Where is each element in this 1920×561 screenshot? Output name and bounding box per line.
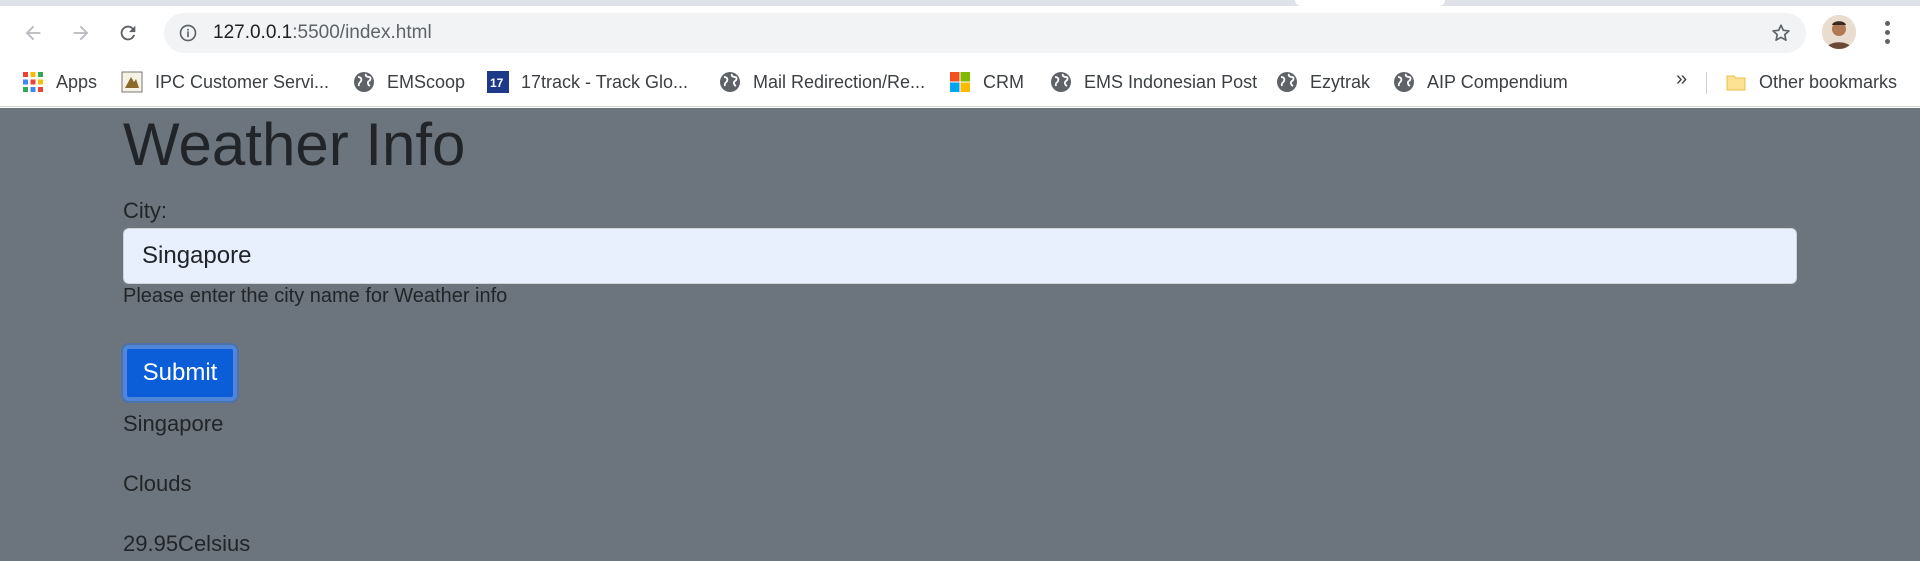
forward-button[interactable]	[64, 16, 98, 50]
bookmark-crm[interactable]: CRM	[949, 68, 1024, 96]
17track-logo-icon: 17	[487, 71, 509, 93]
tab-strip	[0, 0, 1920, 6]
bookmark-ems-indonesian-post[interactable]: EMS Indonesian Post	[1050, 68, 1257, 96]
result-temperature: 29.95Celsius	[123, 531, 251, 556]
ipc-logo-icon	[121, 71, 143, 93]
back-button[interactable]	[16, 16, 50, 50]
city-help-text: Please enter the city name for Weather i…	[123, 285, 508, 307]
address-bar[interactable]: 127.0.0.1:5500/index.html	[164, 13, 1806, 53]
active-tab[interactable]	[1295, 0, 1445, 6]
submit-button[interactable]: Submit	[123, 345, 237, 401]
menu-dot	[1884, 20, 1890, 26]
star-icon[interactable]	[1770, 22, 1792, 44]
bookmark-label: 17track - Track Glo...	[521, 71, 689, 92]
city-input[interactable]	[123, 228, 1797, 284]
bookmark-ezytrak[interactable]: Ezytrak	[1276, 68, 1370, 96]
menu-dot	[1884, 29, 1890, 35]
globe-icon	[720, 72, 740, 92]
microsoft-logo-icon	[950, 72, 970, 92]
bookmark-apps[interactable]: Apps	[22, 68, 97, 96]
arrow-left-icon	[25, 25, 41, 41]
bookmark-label: EMScoop	[387, 71, 466, 92]
city-label: City:	[123, 198, 167, 223]
page-title: Weather Info	[123, 111, 466, 178]
reload-button[interactable]	[111, 16, 145, 50]
result-city: Singapore	[123, 411, 224, 436]
browser-menu-button[interactable]	[1872, 17, 1902, 47]
apps-grid-icon	[23, 72, 43, 92]
result-condition: Clouds	[123, 471, 192, 496]
bookmark-label: EMS Indonesian Post	[1084, 71, 1258, 92]
url-path: :5500/index.html	[292, 22, 432, 43]
bookmark-label: IPC Customer Servi...	[155, 71, 330, 92]
other-bookmarks-label: Other bookmarks	[1759, 71, 1898, 92]
bookmarks-overflow-button[interactable]: »	[1676, 68, 1687, 91]
bookmark-label: Ezytrak	[1310, 71, 1371, 92]
page-content: Weather Info City: Please enter the city…	[0, 108, 1920, 561]
svg-text:17: 17	[490, 76, 504, 90]
globe-icon	[1394, 72, 1414, 92]
bookmarks-divider	[1706, 72, 1707, 94]
info-icon[interactable]	[178, 23, 198, 43]
menu-dot	[1884, 38, 1890, 44]
bookmark-label: Mail Redirection/Re...	[753, 71, 926, 92]
profile-photo-icon	[1822, 15, 1856, 49]
other-bookmarks[interactable]: Other bookmarks	[1725, 68, 1897, 96]
bookmarks-bar: Apps IPC Customer Servi... EMScoop 17 17…	[0, 58, 1920, 107]
browser-toolbar: 127.0.0.1:5500/index.html	[0, 8, 1920, 58]
bookmark-label: CRM	[983, 71, 1024, 92]
url-text[interactable]: 127.0.0.1:5500/index.html	[213, 22, 432, 44]
globe-icon	[354, 72, 374, 92]
bookmark-mail-redirection[interactable]: Mail Redirection/Re...	[719, 68, 925, 96]
globe-icon	[1051, 72, 1071, 92]
url-host: 127.0.0.1	[213, 22, 293, 43]
bookmark-17track[interactable]: 17 17track - Track Glo...	[487, 68, 688, 96]
bookmark-aip-compendium[interactable]: AIP Compendium	[1393, 68, 1568, 96]
globe-icon	[1277, 72, 1297, 92]
profile-avatar[interactable]	[1822, 15, 1856, 49]
arrow-right-icon	[73, 25, 89, 41]
bookmark-ipc[interactable]: IPC Customer Servi...	[121, 68, 329, 96]
reload-icon	[120, 25, 136, 41]
bookmark-label: AIP Compendium	[1427, 71, 1568, 92]
bookmark-label: Apps	[56, 71, 98, 92]
folder-icon	[1726, 75, 1746, 91]
bookmark-emscoop[interactable]: EMScoop	[353, 68, 465, 96]
